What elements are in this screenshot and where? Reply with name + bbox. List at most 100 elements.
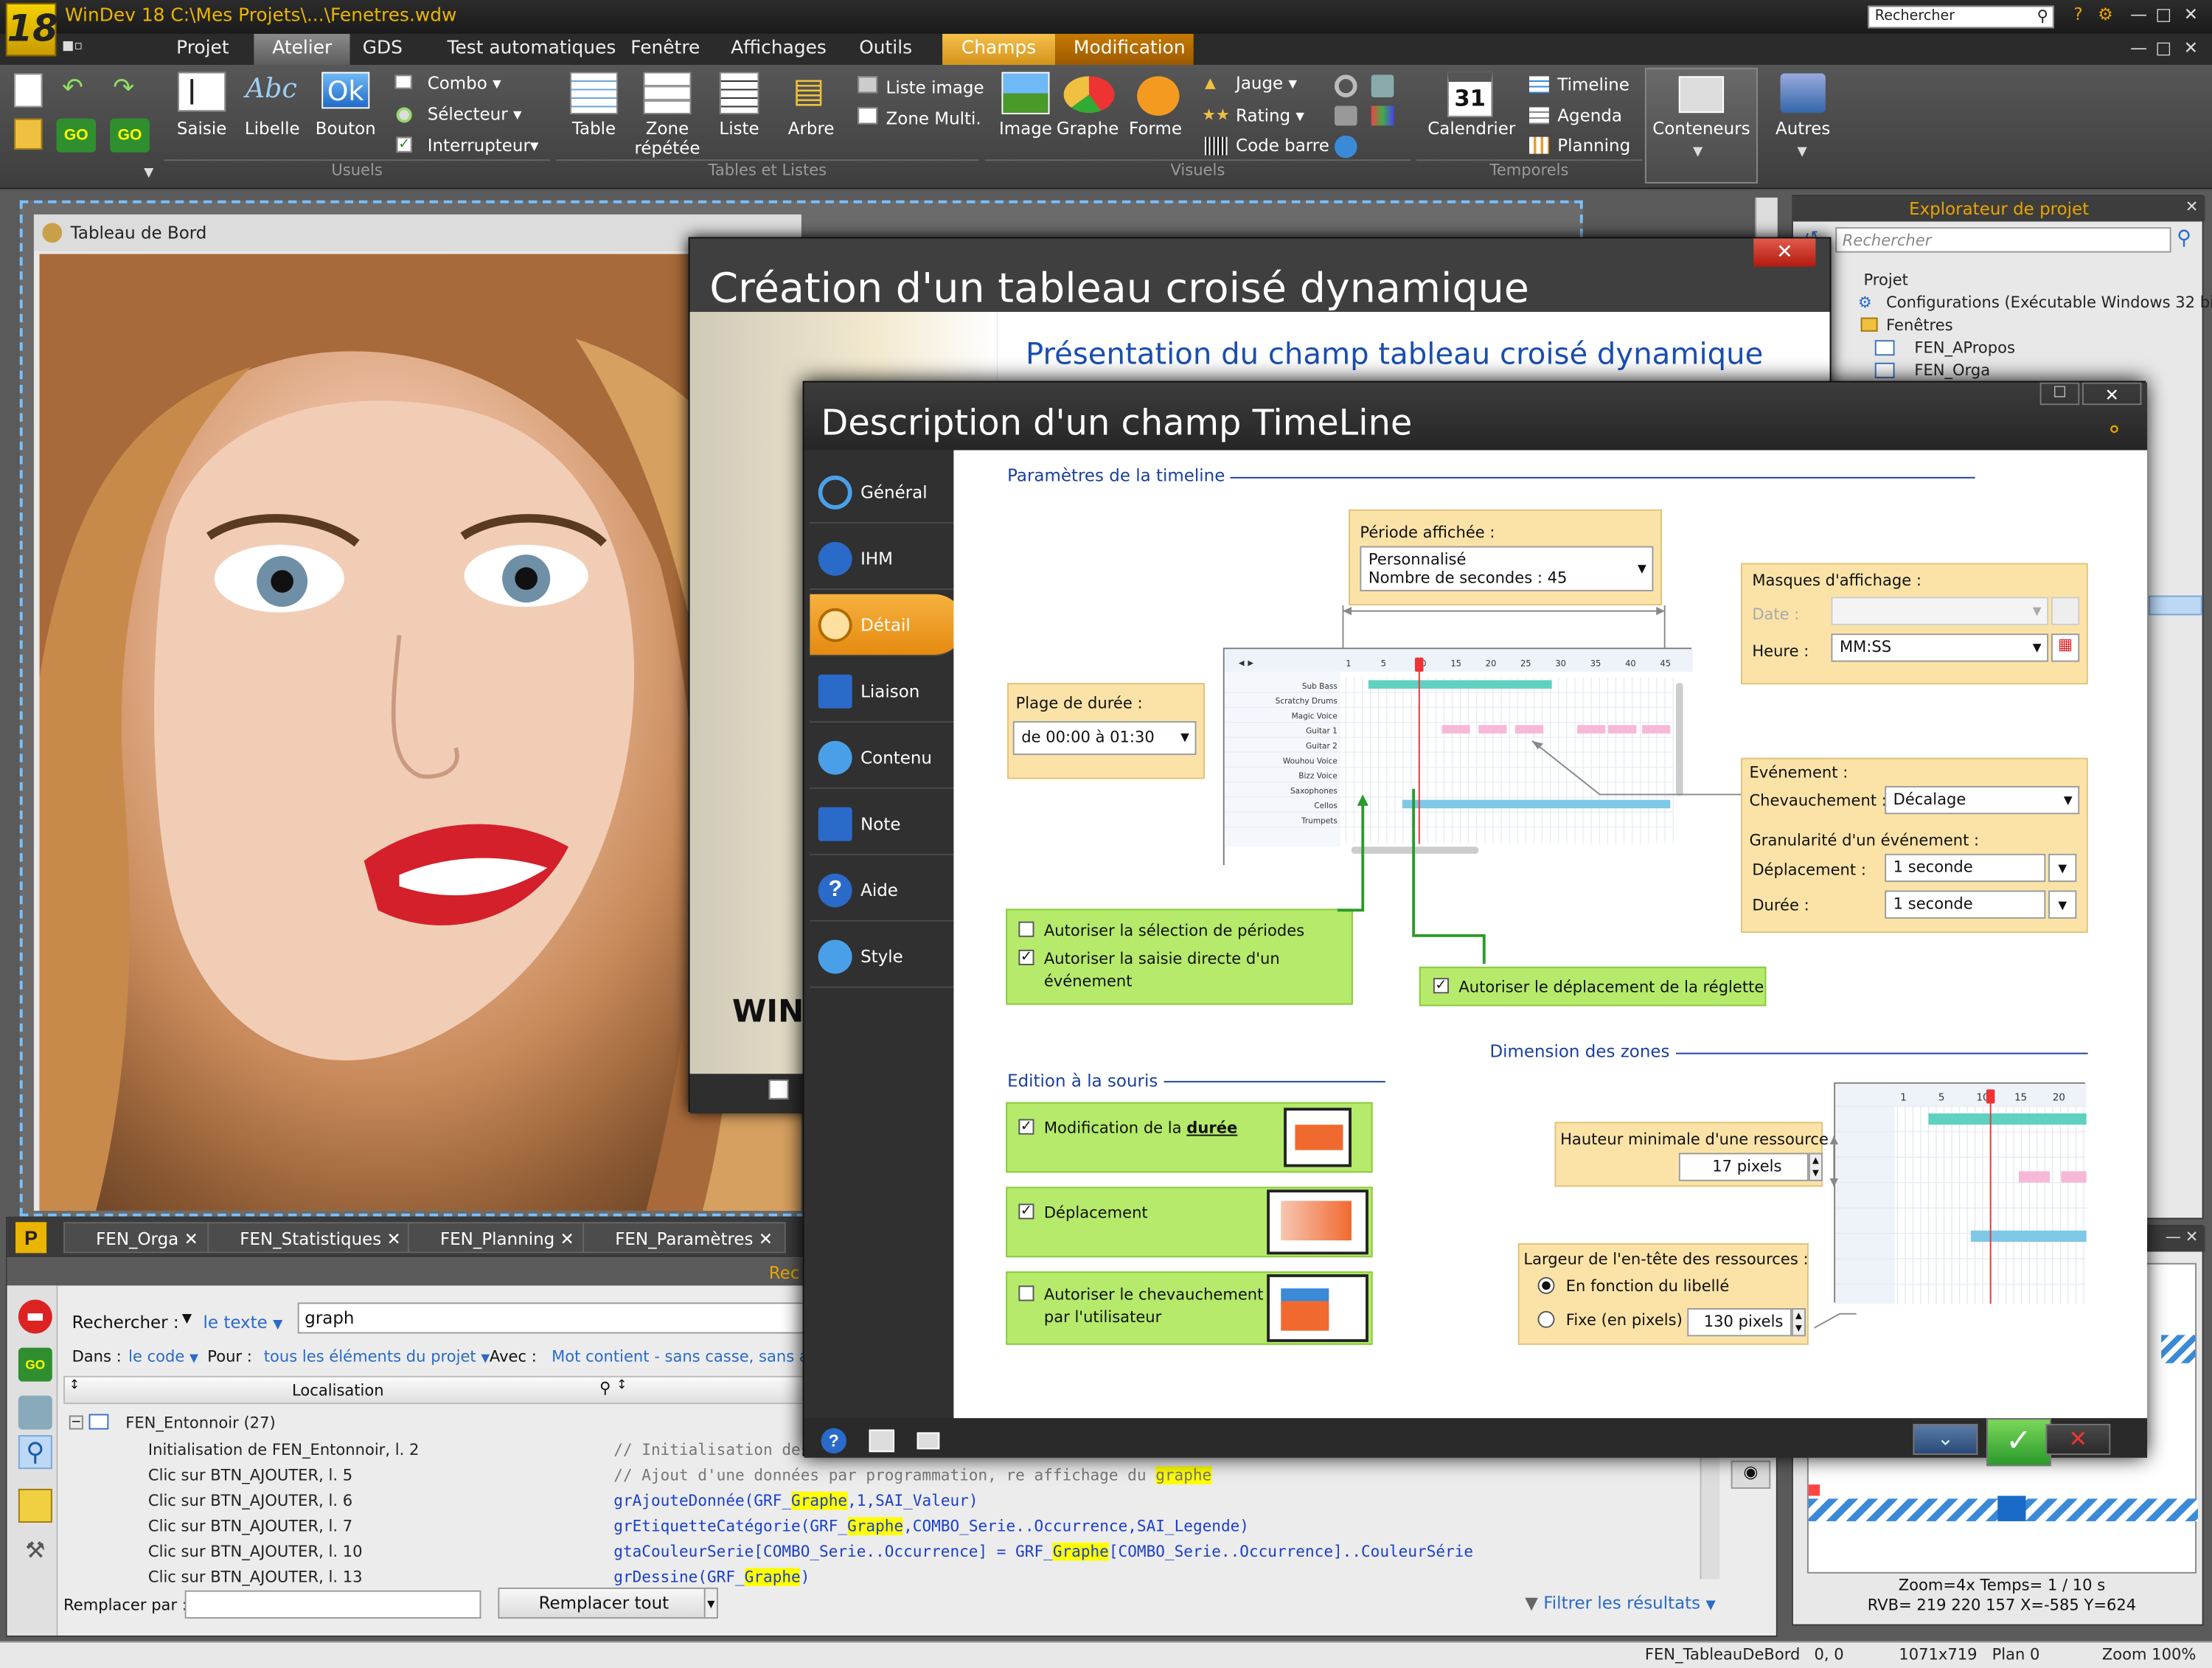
dialog2-maximize-icon[interactable]: □ xyxy=(2039,382,2080,406)
notes-icon[interactable] xyxy=(18,1488,52,1523)
le-code-dropdown[interactable]: le code ▼ xyxy=(128,1348,198,1366)
minimize-icon[interactable]: — xyxy=(2130,4,2147,24)
tab-fen-parametres[interactable]: FEN_Paramètres ✕ xyxy=(582,1222,786,1254)
tab-detail[interactable]: Détail xyxy=(810,594,965,656)
zoom-minimize-icon[interactable]: — xyxy=(2166,1228,2181,1246)
preview-eye-icon[interactable]: ◉ xyxy=(1731,1460,1771,1489)
close-icon[interactable]: ✕ xyxy=(759,1229,773,1249)
combo-button[interactable]: Combo ▾ xyxy=(428,74,501,94)
tools-icon[interactable]: ⚒ xyxy=(18,1537,52,1571)
zoom-close-icon[interactable]: ✕ xyxy=(2185,1228,2199,1246)
result-row-location[interactable]: Clic sur BTN_AJOUTER, l. 10 xyxy=(148,1543,363,1561)
search-icon[interactable]: ⚲ xyxy=(18,1435,52,1470)
hauteur-input[interactable]: 17 pixels xyxy=(1678,1153,1809,1181)
result-row-code[interactable]: gtaCouleurSerie[COMBO_Serie..Occurrence]… xyxy=(613,1542,1700,1561)
timeline-button[interactable]: Timeline xyxy=(1557,74,1630,94)
organigramme-icon[interactable] xyxy=(1371,74,1394,98)
jauge-button[interactable]: Jauge ▾ xyxy=(1236,74,1297,94)
explorer-close-icon[interactable]: ✕ xyxy=(2185,198,2199,216)
rechercher-arrow-icon[interactable]: ▼ xyxy=(182,1313,192,1327)
menu-test-automatiques[interactable]: Test automatiques xyxy=(429,34,635,65)
remplacer-input[interactable] xyxy=(184,1590,481,1619)
ok-button[interactable]: ✓ xyxy=(1986,1418,2051,1467)
sort-icon[interactable]: ↕ xyxy=(69,1379,80,1393)
forme-button[interactable]: Forme xyxy=(1123,119,1188,139)
menu-gds[interactable]: GDS xyxy=(344,34,421,65)
global-search-input[interactable]: Rechercher ⚲ xyxy=(1868,5,2054,29)
mot-contient-dropdown[interactable]: Mot contient - sans casse, sans acc xyxy=(552,1348,805,1366)
result-row-code[interactable]: grDessine(GRF_Graphe) xyxy=(613,1568,1700,1586)
tab-fen-planning[interactable]: FEN_Planning ✕ xyxy=(407,1222,588,1254)
tree-projet[interactable]: Projet xyxy=(1863,271,1907,289)
more-options-button[interactable]: ⌄ xyxy=(1913,1423,1978,1456)
result-row-code[interactable]: // Ajout d'une données par programmation… xyxy=(613,1466,1700,1484)
heure-picker-icon[interactable]: ▦ xyxy=(2051,633,2080,662)
carte-icon[interactable] xyxy=(1371,105,1394,126)
tab-fen-orga[interactable]: FEN_Orga ✕ xyxy=(63,1222,212,1254)
quick-access-icon[interactable]: ■▫ xyxy=(62,40,87,57)
fixe-input[interactable]: 130 pixels xyxy=(1687,1307,1792,1337)
bouton-rond-icon[interactable] xyxy=(1334,74,1357,98)
calendrier-button[interactable]: Calendrier xyxy=(1427,119,1515,139)
close-icon[interactable]: ✕ xyxy=(2184,4,2198,24)
dialog2-close-icon[interactable]: ✕ xyxy=(2082,382,2142,406)
plage-combo[interactable]: de 00:00 à 01:30 ▼ xyxy=(1012,720,1197,755)
close-icon[interactable]: ✕ xyxy=(387,1229,401,1249)
agenda-button[interactable]: Agenda xyxy=(1557,106,1622,126)
menu-outils[interactable]: Outils xyxy=(841,34,931,65)
saisie-button[interactable]: Saisie xyxy=(170,119,234,139)
deplacement-opt-checkbox[interactable]: ✓ xyxy=(1018,1203,1034,1220)
tab-contenu[interactable]: Contenu xyxy=(810,727,957,789)
menu-modification[interactable]: Modification xyxy=(1055,33,1194,66)
help-icon[interactable]: ? xyxy=(2074,4,2083,24)
deplacement-combo[interactable]: 1 seconde xyxy=(1885,853,2046,883)
liste-image-button[interactable]: Liste image xyxy=(886,77,984,97)
duree-combo[interactable]: 1 seconde xyxy=(1885,890,2046,919)
doc-close-icon[interactable]: ✕ xyxy=(2184,38,2198,58)
explorer-search-input[interactable]: Rechercher xyxy=(1835,227,2171,253)
selecteur-button[interactable]: Sélecteur ▾ xyxy=(428,105,522,125)
conference-icon[interactable] xyxy=(1334,135,1357,159)
collapse-icon[interactable]: − xyxy=(69,1415,83,1430)
autres-button[interactable]: Autres xyxy=(1766,119,1839,139)
menu-champs[interactable]: Champs xyxy=(942,33,1056,66)
libelle-button[interactable]: Libelle xyxy=(240,119,305,139)
planning-button[interactable]: Planning xyxy=(1557,136,1630,156)
tab-style[interactable]: Style xyxy=(810,925,957,988)
menu-affichages[interactable]: Affichages xyxy=(712,34,845,65)
tree-fenetres[interactable]: Fenêtres xyxy=(1886,316,1953,335)
interrupteur-button[interactable]: Interrupteur▾ xyxy=(428,136,539,156)
options-icon[interactable]: ⚙ xyxy=(2098,4,2113,24)
remplacer-dropdown-icon[interactable]: ▼ xyxy=(703,1587,718,1619)
tab-general[interactable]: Général xyxy=(810,462,957,524)
mail-icon[interactable] xyxy=(917,1432,940,1450)
result-row-location[interactable]: Clic sur BTN_AJOUTER, l. 7 xyxy=(148,1517,352,1535)
ribbon-expand-icon[interactable]: ▼ xyxy=(144,167,153,181)
tous-elements-dropdown[interactable]: tous les éléments du projet ▼ xyxy=(264,1348,490,1366)
remplacer-tout-button[interactable]: Remplacer tout xyxy=(498,1587,710,1619)
tableau-de-bord-window[interactable]: Tableau de Bord xyxy=(33,214,801,1211)
tab-aide[interactable]: ? Aide xyxy=(810,859,957,922)
radio-fixe[interactable] xyxy=(1537,1310,1555,1328)
arbre-button[interactable]: Arbre xyxy=(779,119,844,139)
chevron-down-icon[interactable]: ▼ xyxy=(2048,890,2077,919)
doc-minimize-icon[interactable]: — xyxy=(2130,38,2147,58)
modif-duree-checkbox[interactable]: ✓ xyxy=(1018,1119,1034,1135)
close-icon[interactable]: ✕ xyxy=(560,1229,574,1249)
tree-configurations[interactable]: Configurations (Exécutable Windows 32 bi… xyxy=(1886,293,2212,312)
search-text-input[interactable]: graph xyxy=(297,1302,812,1334)
search-icon[interactable]: ⚲ xyxy=(2037,7,2048,26)
zone-multi-button[interactable]: Zone Multi. xyxy=(886,108,981,128)
code-icon[interactable] xyxy=(869,1429,895,1453)
saisie-directe-checkbox[interactable]: ✓ xyxy=(1018,949,1034,965)
bouton-button[interactable]: Bouton xyxy=(313,119,378,139)
tree-fen-orga[interactable]: FEN_Orga xyxy=(1914,361,1990,380)
chevauchement-combo[interactable]: Décalage ▼ xyxy=(1885,785,2080,815)
redo-icon[interactable]: ↷ xyxy=(113,74,134,103)
new-document-icon[interactable] xyxy=(14,73,43,108)
go-project-icon[interactable]: GO xyxy=(56,118,97,153)
rating-button[interactable]: Rating ▾ xyxy=(1236,106,1304,126)
go-icon[interactable]: GO xyxy=(18,1347,52,1382)
liste-button[interactable]: Liste xyxy=(708,119,770,139)
open-folder-icon[interactable] xyxy=(14,118,43,150)
